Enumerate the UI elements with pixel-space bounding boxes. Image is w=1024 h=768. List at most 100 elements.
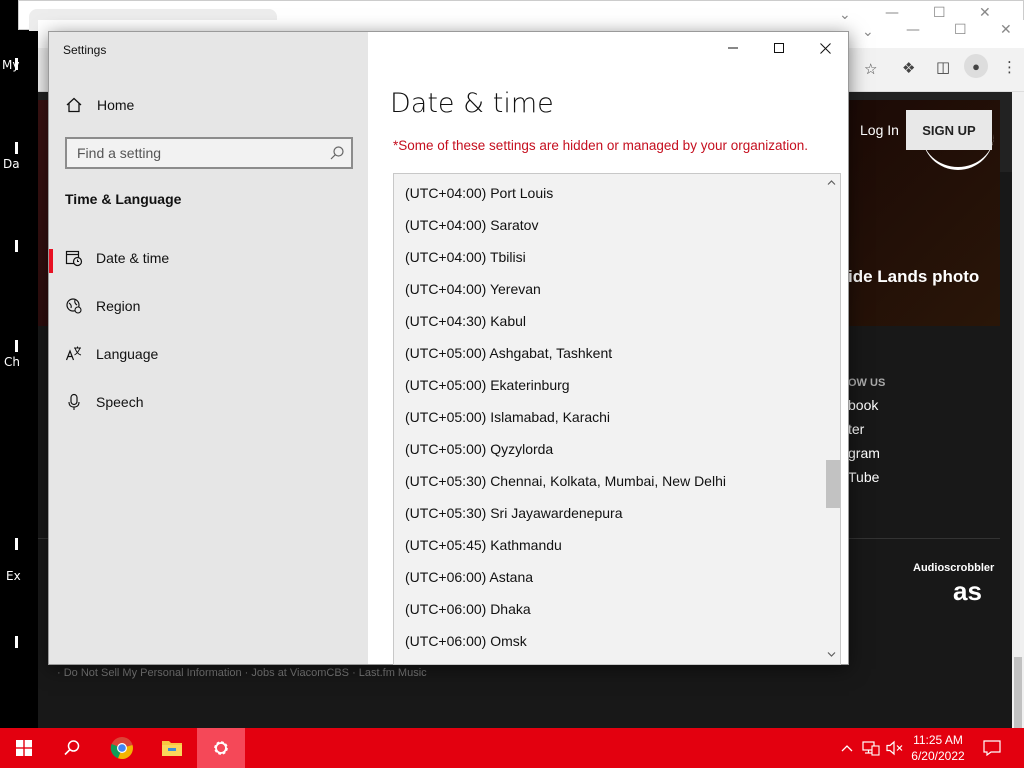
hero-caption[interactable]: ide Lands photo	[848, 267, 979, 287]
find-setting-box[interactable]	[65, 137, 353, 169]
volume-muted-icon	[886, 740, 903, 756]
extensions-icon[interactable]: ❖	[902, 59, 915, 77]
timezone-option[interactable]: (UTC+04:30) Kabul	[394, 305, 824, 337]
taskbar-clock[interactable]: 11:25 AM 6/20/2022	[906, 732, 970, 764]
desktop-icon-mark	[15, 636, 18, 648]
desktop-icon-mark	[15, 142, 18, 154]
menu-icon[interactable]: ⋮	[1002, 58, 1017, 76]
settings-sidebar: Settings Home Time & Language Date & tim…	[49, 32, 368, 664]
timezone-option[interactable]: (UTC+05:00) Qyzylorda	[394, 433, 824, 465]
find-setting-input[interactable]	[67, 139, 327, 167]
star-icon[interactable]: ☆	[864, 60, 877, 78]
home-icon	[66, 97, 82, 113]
show-hidden-icons[interactable]	[838, 728, 856, 768]
maximize-icon	[774, 43, 784, 53]
desktop-label[interactable]: Ch	[4, 355, 20, 369]
login-link[interactable]: Log In	[860, 122, 899, 138]
timezone-option[interactable]: (UTC+04:00) Port Louis	[394, 177, 824, 209]
settings-gear-icon	[214, 741, 228, 755]
profile-icon[interactable]: ●	[964, 54, 988, 78]
clock-time: 11:25 AM	[913, 733, 963, 747]
maximize-icon[interactable]: ☐	[933, 5, 946, 21]
desktop-label[interactable]: Da	[3, 157, 20, 171]
timezone-option[interactable]: (UTC+05:00) Ashgabat, Tashkent	[394, 337, 824, 369]
file-explorer-icon	[162, 741, 182, 756]
minimize-icon[interactable]: —	[885, 5, 899, 21]
minimize-icon	[728, 47, 738, 49]
browser-scrollbar[interactable]	[1012, 92, 1024, 728]
close-icon	[819, 42, 831, 54]
action-center-button[interactable]	[978, 728, 1006, 768]
scroll-up-icon[interactable]	[827, 178, 836, 187]
page-title: Date & time	[390, 88, 554, 119]
globe-icon	[65, 297, 83, 315]
timezone-option[interactable]: (UTC+06:00) Dhaka	[394, 593, 824, 625]
follow-heading: OW US	[848, 377, 886, 389]
timezone-option[interactable]: (UTC+05:45) Kathmandu	[394, 529, 824, 561]
scrollbar-thumb[interactable]	[1014, 657, 1022, 728]
timezone-option[interactable]: (UTC+05:30) Chennai, Kolkata, Mumbai, Ne…	[394, 465, 824, 497]
minimize-icon[interactable]: —	[906, 22, 920, 38]
desktop-label[interactable]: My	[2, 58, 19, 72]
taskbar-chrome[interactable]	[98, 728, 146, 768]
desktop-icon-mark	[15, 240, 18, 252]
sidebar-item-region[interactable]: Region	[49, 286, 368, 326]
desktop-label[interactable]: Ex	[6, 569, 21, 583]
sidebar-item-label: Region	[96, 298, 141, 314]
list-scroll-thumb[interactable]	[826, 460, 840, 508]
scroll-down-icon[interactable]	[827, 650, 836, 659]
volume-status[interactable]	[884, 728, 906, 768]
follow-link-youtube[interactable]: Tube	[848, 469, 879, 485]
calendar-clock-icon	[65, 249, 83, 267]
timezone-option[interactable]: (UTC+04:00) Tbilisi	[394, 241, 824, 273]
start-icon	[16, 740, 32, 756]
network-icon	[862, 741, 880, 756]
taskbar-settings[interactable]	[197, 728, 245, 768]
home-label: Home	[97, 97, 135, 113]
minimize-button[interactable]	[710, 32, 756, 64]
maximize-button[interactable]	[756, 32, 802, 64]
timezone-dropdown-list[interactable]: (UTC+04:00) Port Louis (UTC+04:00) Sarat…	[393, 173, 841, 665]
sidebar-item-label: Language	[96, 346, 159, 362]
follow-link-facebook[interactable]: book	[848, 397, 878, 413]
sidebar-icon[interactable]: ◫	[936, 58, 950, 76]
desktop-icon-mark	[15, 340, 18, 352]
timezone-option[interactable]: (UTC+04:00) Saratov	[394, 209, 824, 241]
signup-button[interactable]: SIGN UP	[906, 110, 992, 150]
timezone-option[interactable]: (UTC+05:00) Ekaterinburg	[394, 369, 824, 401]
start-button[interactable]	[0, 728, 48, 768]
search-icon[interactable]	[329, 145, 345, 161]
list-scrollbar[interactable]	[823, 174, 840, 664]
settings-window: Settings Home Time & Language Date & tim…	[48, 31, 849, 665]
maximize-icon[interactable]: ☐	[954, 22, 967, 38]
desktop-icon-mark	[15, 538, 18, 550]
timezone-option[interactable]: (UTC+04:00) Yerevan	[394, 273, 824, 305]
close-button[interactable]	[802, 32, 848, 64]
active-indicator	[49, 249, 53, 273]
timezone-option[interactable]: (UTC+06:00) Astana	[394, 561, 824, 593]
follow-link-twitter[interactable]: ter	[848, 421, 864, 437]
close-icon[interactable]: ✕	[1000, 22, 1012, 38]
search-icon	[64, 740, 80, 756]
network-status[interactable]	[860, 728, 882, 768]
sidebar-item-language[interactable]: Language	[49, 334, 368, 374]
section-title: Time & Language	[65, 191, 182, 207]
close-icon[interactable]: ✕	[979, 5, 991, 21]
sidebar-item-date-time[interactable]: Date & time	[49, 238, 368, 278]
home-nav-item[interactable]: Home	[65, 93, 134, 117]
audioscrobbler-logo[interactable]: as	[953, 576, 982, 607]
clock-date: 6/20/2022	[911, 749, 965, 763]
sidebar-item-speech[interactable]: Speech	[49, 382, 368, 422]
timezone-option[interactable]: (UTC+06:00) Omsk	[394, 625, 824, 657]
taskbar-file-explorer[interactable]	[148, 728, 196, 768]
language-icon	[65, 345, 83, 363]
follow-link-instagram[interactable]: gram	[848, 445, 880, 461]
tab-search-icon[interactable]: ⌄	[862, 24, 874, 40]
timezone-option[interactable]: (UTC+05:30) Sri Jayawardenepura	[394, 497, 824, 529]
microphone-icon	[65, 393, 83, 411]
notification-icon	[983, 740, 1001, 756]
footer-links[interactable]: · Do Not Sell My Personal Information · …	[57, 667, 427, 679]
taskbar-search-button[interactable]	[48, 728, 96, 768]
timezone-option[interactable]: (UTC+05:00) Islamabad, Karachi	[394, 401, 824, 433]
chrome-icon	[110, 737, 133, 760]
